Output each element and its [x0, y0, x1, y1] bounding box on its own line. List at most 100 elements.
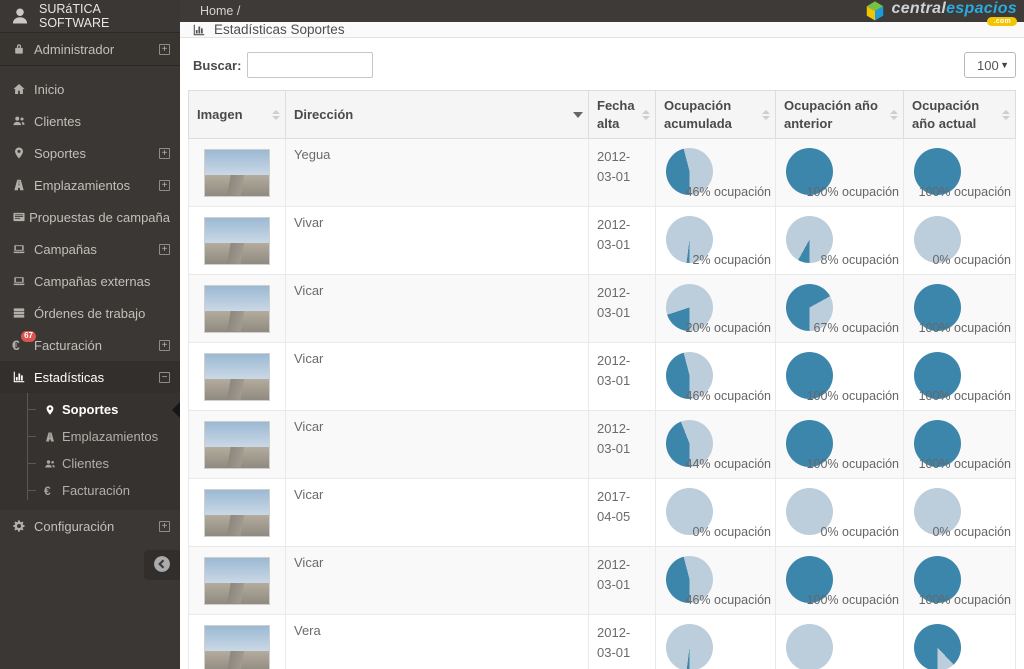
occupancy-prev-year-cell: 100% ocupación: [775, 342, 904, 412]
column-header-4[interactable]: Ocupación año anterior: [775, 89, 904, 140]
expand-square-icon: +: [159, 520, 170, 532]
sidebar-item-soportes[interactable]: Soportes +: [0, 137, 180, 169]
sidebar-subitem-label: Clientes: [62, 456, 109, 471]
arrow-left-circle-icon: [152, 554, 172, 577]
sidebar-item-propuestas-de-campana[interactable]: Propuestas de campaña: [0, 201, 180, 233]
map-marker-icon: [12, 146, 34, 160]
column-header-1[interactable]: Dirección: [285, 89, 589, 140]
sidebar-subitem-label: Facturación: [62, 483, 130, 498]
occupancy-label: 0% ocupación: [692, 525, 771, 540]
occupancy-label: 100% ocupación: [918, 593, 1011, 608]
support-photo[interactable]: [204, 353, 270, 402]
table-row: Vicar 2012-03-01 46% ocupación 100% ocupaci…: [188, 342, 1016, 412]
sidebar-subitem-clientes[interactable]: Clientes: [0, 450, 180, 477]
occupancy-label: 46% ocupación: [685, 185, 771, 200]
sidebar-item-campanas-externas[interactable]: Campañas externas: [0, 265, 180, 297]
occupancy-current-year-cell: 100% ocupación: [903, 410, 1016, 480]
toolbar: Buscar: 100 ▼: [193, 52, 1016, 78]
table-row: Vicar 2012-03-01 46% ocupación 100% ocupaci…: [188, 546, 1016, 616]
date-cell: 2012-03-01: [588, 410, 656, 480]
occupancy-label: 8% ocupación: [820, 253, 899, 268]
occupancy-accumulated-cell: 46% ocupación: [655, 138, 776, 208]
bar-chart-icon: [12, 370, 34, 384]
date-cell: 2012-03-01: [588, 614, 656, 669]
sidebar-item-ordenes-de-trabajo[interactable]: Órdenes de trabajo: [0, 297, 180, 329]
support-photo[interactable]: [204, 285, 270, 334]
occupancy-label: 0% ocupación: [932, 253, 1011, 268]
search-input[interactable]: [247, 52, 374, 78]
occupancy-prev-year-cell: [775, 614, 904, 669]
address-cell: Vicar: [285, 410, 589, 480]
brand[interactable]: SURáTICA SOFTWARE: [0, 0, 180, 33]
sidebar-item-label: Propuestas de campaña: [29, 209, 170, 225]
occupancy-accumulated-cell: 20% ocupación: [655, 274, 776, 344]
sidebar-item-label: Administrador: [34, 41, 115, 57]
column-header-label: Imagen: [197, 106, 243, 122]
sidebar-item-label: Soportes: [34, 145, 87, 161]
sidebar-item-label: Emplazamientos: [34, 177, 131, 193]
support-photo[interactable]: [204, 489, 270, 538]
occupancy-label: 100% ocupación: [918, 457, 1011, 472]
sidebar-item-configuracion[interactable]: Configuración +: [0, 510, 180, 542]
occupancy-current-year-cell: 100% ocupación: [903, 342, 1016, 412]
sidebar-subitem-label: Emplazamientos: [62, 429, 159, 444]
occupancy-prev-year-cell: 100% ocupación: [775, 546, 904, 616]
page-title: Estadísticas Soportes: [214, 22, 345, 37]
sidebar-item-facturacion[interactable]: €67 Facturación +: [0, 329, 180, 361]
search-label: Buscar:: [193, 57, 242, 73]
table-row: Vicar 2017-04-05 0% ocupación 0% ocupación 0…: [188, 478, 1016, 548]
breadcrumb[interactable]: Home /: [200, 4, 240, 18]
bar-chart-icon: [192, 23, 206, 37]
sidebar-submenu-estadisticas: Soportes Emplazamientos Clientes € Facturaci…: [0, 393, 180, 510]
sidebar-subitem-soportes[interactable]: Soportes: [0, 396, 180, 423]
sort-icon: [890, 109, 898, 120]
table-row: Vicar 2012-03-01 44% ocupación 100% ocupaci…: [188, 410, 1016, 480]
chevron-down-icon: ▼: [1000, 60, 1009, 70]
support-photo[interactable]: [204, 217, 270, 266]
support-photo[interactable]: [204, 557, 270, 606]
sidebar-item-emplazamientos[interactable]: Emplazamientos +: [0, 169, 180, 201]
sidebar-item-label: Estadísticas: [34, 369, 105, 385]
table-row: Yegua 2012-03-01 46% ocupación 100% ocupaci…: [188, 138, 1016, 208]
column-header-3[interactable]: Ocupación acumulada: [655, 89, 776, 140]
support-photo[interactable]: [204, 421, 270, 470]
occupancy-label: 0% ocupación: [932, 525, 1011, 540]
sidebar: SURáTICA SOFTWARE Administrador + Inicio Cl…: [0, 0, 180, 669]
sidebar-item-inicio[interactable]: Inicio: [0, 73, 180, 105]
address-cell: Yegua: [285, 138, 589, 208]
column-header-0[interactable]: Imagen: [188, 89, 286, 140]
sidebar-item-administrador[interactable]: Administrador +: [0, 33, 180, 66]
cube-logo-icon: [866, 1, 883, 21]
support-photo[interactable]: [204, 149, 270, 198]
expand-square-icon: +: [159, 43, 170, 55]
sidebar-item-clientes[interactable]: Clientes: [0, 105, 180, 137]
column-header-2[interactable]: Fecha alta: [588, 89, 656, 140]
occupancy-prev-year-cell: 0% ocupación: [775, 478, 904, 548]
logo-part-espacios: espacios: [946, 0, 1017, 17]
table-row: Vicar 2012-03-01 20% ocupación 67% ocupació…: [188, 274, 1016, 344]
date-cell: 2012-03-01: [588, 274, 656, 344]
occupancy-accumulated-cell: 0% ocupación: [655, 478, 776, 548]
occupancy-prev-year-cell: 100% ocupación: [775, 138, 904, 208]
euro-icon: €: [44, 483, 51, 498]
occupancy-pie-chart: [786, 624, 833, 669]
address-cell: Vicar: [285, 274, 589, 344]
date-cell: 2012-03-01: [588, 342, 656, 412]
logo-part-central: central: [891, 0, 947, 17]
sidebar-item-label: Configuración: [34, 518, 115, 534]
date-cell: 2012-03-01: [588, 138, 656, 208]
sidebar-item-campanas[interactable]: Campañas +: [0, 233, 180, 265]
sidebar-subitem-emplazamientos[interactable]: Emplazamientos: [0, 423, 180, 450]
sidebar-item-estadisticas[interactable]: Estadísticas −: [0, 361, 180, 393]
sidebar-collapse-button[interactable]: [144, 550, 180, 580]
expand-square-icon: +: [159, 147, 170, 159]
support-photo[interactable]: [204, 625, 270, 669]
image-cell: [188, 614, 286, 669]
centralespacios-logo[interactable]: centralespacios .com: [864, 0, 1017, 26]
occupancy-accumulated-cell: 2% ocupación: [655, 206, 776, 276]
sidebar-subitem-facturacion[interactable]: € Facturación: [0, 477, 180, 504]
image-cell: [188, 342, 286, 412]
column-header-5[interactable]: Ocupación año actual: [903, 89, 1016, 140]
page-size-select[interactable]: 100 ▼: [964, 52, 1016, 78]
home-icon: [12, 82, 34, 96]
